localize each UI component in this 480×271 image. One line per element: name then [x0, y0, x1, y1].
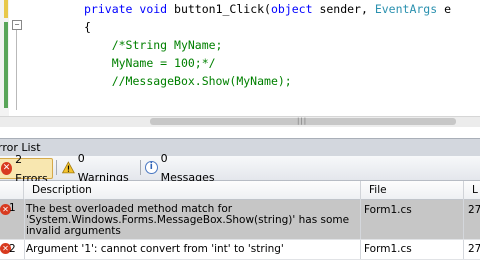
error-line: 27 [468, 243, 480, 255]
column-header-file[interactable]: File [361, 181, 464, 199]
error-list-title-bar[interactable]: rror List [0, 138, 480, 157]
error-grid-header: Description File L [0, 181, 480, 200]
grid-divider [24, 199, 25, 261]
error-file: Form1.cs [364, 204, 412, 216]
column-header-description[interactable]: Description [24, 181, 361, 199]
error-list-toolbar: ✕ 2 Errors 0 Warnings i 0 Messages [0, 152, 480, 185]
code-text[interactable]: private void button1_Click(object sender… [84, 0, 451, 90]
code-editor[interactable]: − private void button1_Click(object send… [0, 0, 480, 120]
errors-filter-button[interactable]: ✕ 2 Errors [0, 153, 53, 185]
change-marker-saved [4, 0, 8, 18]
code-line-3: /*String MyName; [111, 38, 223, 52]
outline-guide [16, 30, 17, 110]
collapse-toggle-icon[interactable]: − [12, 20, 22, 30]
warnings-filter-button[interactable]: 0 Warnings [60, 152, 138, 184]
warning-icon [62, 161, 75, 174]
error-number: 1 [9, 202, 16, 214]
error-file: Form1.cs [364, 243, 412, 255]
toolbar-separator [140, 160, 141, 175]
error-number: 2 [9, 243, 16, 255]
scrollbar-grip-icon: ||| [297, 117, 308, 125]
error-description: Argument '1': cannot convert from 'int' … [26, 243, 284, 255]
code-line-4: MyName = 100;*/ [111, 56, 216, 70]
error-row[interactable]: ✕ 1 The best overloaded method match for… [0, 200, 480, 239]
editor-gutter [0, 0, 9, 120]
info-icon: i [145, 161, 158, 174]
toolbar-separator [56, 160, 57, 175]
editor-horizontal-scrollbar[interactable]: ||| [0, 116, 480, 127]
grid-divider [360, 199, 361, 261]
column-header-index[interactable] [0, 181, 24, 199]
row-divider [0, 239, 480, 240]
column-header-line[interactable]: L [464, 181, 480, 199]
messages-filter-button[interactable]: i 0 Messages [143, 152, 223, 184]
error-line: 27 [468, 204, 480, 216]
change-marker [4, 22, 8, 108]
code-line-2: { [84, 20, 91, 34]
error-icon: ✕ [1, 162, 13, 175]
code-line-1: private void button1_Click(object sender… [84, 2, 451, 16]
code-line-5: //MessageBox.Show(MyName); [111, 74, 292, 88]
error-description: The best overloaded method match for 'Sy… [26, 203, 350, 237]
grid-divider [463, 199, 464, 261]
error-row[interactable]: ✕ 2 Argument '1': cannot convert from 'i… [0, 240, 480, 258]
grid-empty-area [0, 259, 480, 271]
